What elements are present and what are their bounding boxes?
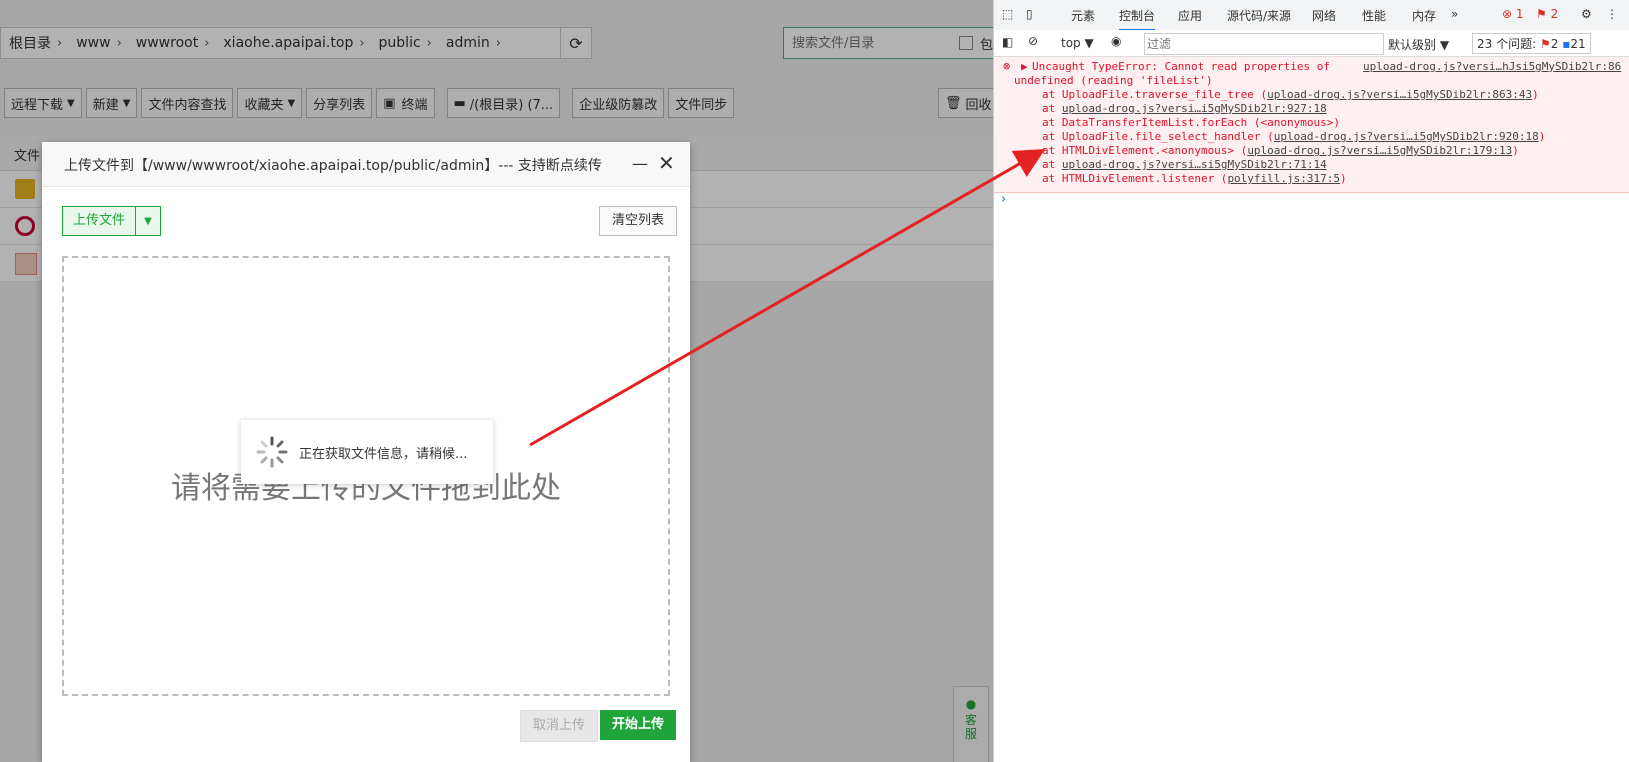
stack-frame: at UploadFile.traverse_file_tree (upload… (1042, 88, 1539, 101)
warning-count-badge[interactable]: ⚑ 2 (1536, 7, 1558, 21)
stack-text: at HTMLDivElement.listener ( (1042, 172, 1228, 185)
error-circle-icon: ⊗ (1003, 59, 1011, 73)
issues-label: 23 个问题: (1477, 37, 1537, 51)
error-count: 1 (1515, 7, 1524, 21)
console-prompt-icon[interactable]: › (1001, 192, 1006, 207)
tab-network[interactable]: 网络 (1312, 7, 1336, 24)
log-level-select[interactable]: 默认级别 ▼ (1388, 36, 1449, 53)
warning-count: 2 (1550, 7, 1559, 21)
stack-link[interactable]: upload-drog.js?versi…i5gMySDib2lr:863:43 (1267, 88, 1532, 101)
tab-sources[interactable]: 源代码/来源 (1227, 7, 1291, 24)
stack-frame: at HTMLDivElement.listener (polyfill.js:… (1042, 172, 1347, 185)
stack-link[interactable]: upload-drog.js?versi…i5gMySDib2lr:920:18 (1274, 130, 1539, 143)
stack-text: at DataTransferItemList.forEach (<anonym… (1042, 116, 1341, 129)
caret-down-icon[interactable]: ▼ (136, 216, 160, 227)
tab-memory[interactable]: 内存 (1412, 7, 1436, 24)
error-count-badge[interactable]: ⊗ 1 (1502, 7, 1524, 21)
devtools-tabbar: ⬚ ▯ 元素 控制台 应用 源代码/来源 网络 性能 内存 » ⊗ 1 ⚑ 2 … (994, 0, 1629, 31)
issues-error-count: 2 (1550, 37, 1559, 51)
stack-frame: at upload-drog.js?versi…si5gMySDib2lr:71… (1042, 158, 1327, 171)
spinner-icon (256, 436, 288, 468)
stack-text: at (1042, 102, 1062, 115)
loading-text: 正在获取文件信息，请稍候... (299, 446, 468, 462)
console-toolbar: ◧ ⊘ top ▼ ◉ 默认级别 ▼ 23 个问题: ⚑2 ▪21 (994, 30, 1629, 57)
eye-icon[interactable]: ◉ (1111, 34, 1121, 48)
log-level-value: 默认级别 (1388, 38, 1437, 52)
stack-link[interactable]: upload-drog.js?versi…si5gMySDib2lr:71:14 (1062, 158, 1327, 171)
start-upload-button[interactable]: 开始上传 (600, 710, 677, 740)
stack-text: at UploadFile.file_select_handler ( (1042, 130, 1274, 143)
dialog-title: 上传文件到【/www/wwwroot/xiaohe.apaipai.top/pu… (64, 158, 602, 174)
tab-elements[interactable]: 元素 (1071, 7, 1095, 24)
stack-text: at UploadFile.traverse_file_tree ( (1042, 88, 1268, 101)
file-manager-panel: 根目录 › www › wwwroot › xiaohe.apaipai.top › p… (0, 0, 993, 762)
stack-frame: at UploadFile.file_select_handler (uploa… (1042, 130, 1545, 143)
dialog-titlebar: 上传文件到【/www/wwwroot/xiaohe.apaipai.top/pu… (42, 142, 690, 187)
gear-icon[interactable]: ⚙ (1581, 7, 1592, 21)
clear-list-button[interactable]: 清空列表 (599, 206, 678, 236)
device-toggle-icon[interactable]: ▯ (1026, 7, 1033, 21)
console-filter-input[interactable] (1144, 33, 1384, 55)
stack-text: at (1042, 158, 1062, 171)
cancel-upload-button[interactable]: 取消上传 (520, 710, 599, 742)
error-source-link[interactable]: upload-drog.js?versi…hJsi5gMySDib2lr:86 (1363, 60, 1621, 73)
issues-button[interactable]: 23 个问题: ⚑2 ▪21 (1472, 33, 1591, 54)
loading-toast: 正在获取文件信息，请稍候... (241, 420, 493, 484)
upload-file-label: 上传文件 (63, 207, 137, 235)
sidebar-toggle-icon[interactable]: ◧ (1002, 35, 1013, 49)
expand-triangle-icon[interactable]: ▶ (1021, 60, 1028, 73)
tab-console[interactable]: 控制台 (1119, 7, 1156, 31)
stack-link[interactable]: upload-drog.js?versi…i5gMySDib2lr:927:18 (1062, 102, 1327, 115)
issues-error-icon: ⚑ (1539, 37, 1551, 51)
context-select[interactable]: top ▼ (1061, 36, 1094, 50)
console-error-entry: ⊗ ▶ Uncaught TypeError: Cannot read prop… (994, 57, 1629, 193)
error-message-line: Uncaught TypeError: Cannot read properti… (1032, 60, 1331, 73)
stack-tail: ) (1512, 144, 1519, 157)
tab-performance[interactable]: 性能 (1362, 7, 1386, 24)
more-tabs-icon[interactable]: » (1451, 7, 1458, 21)
stack-text: at HTMLDivElement.<anonymous> ( (1042, 144, 1248, 157)
issues-info-count: 21 (1570, 37, 1586, 51)
minimize-icon[interactable]: — (632, 154, 648, 173)
tab-application[interactable]: 应用 (1178, 7, 1202, 24)
stack-tail: ) (1532, 88, 1539, 101)
devtools-panel: ⬚ ▯ 元素 控制台 应用 源代码/来源 网络 性能 内存 » ⊗ 1 ⚑ 2 … (993, 0, 1629, 762)
error-message-line: undefined (reading 'fileList') (1014, 74, 1213, 87)
inspect-icon[interactable]: ⬚ (1002, 7, 1013, 21)
stack-link[interactable]: upload-drog.js?versi…i5gMySDib2lr:179:13 (1247, 144, 1512, 157)
stack-frame: at HTMLDivElement.<anonymous> (upload-dr… (1042, 144, 1519, 157)
clear-console-icon[interactable]: ⊘ (1028, 34, 1038, 48)
stack-tail: ) (1340, 172, 1347, 185)
stack-tail: ) (1538, 130, 1546, 143)
context-value: top (1061, 36, 1081, 50)
stack-link[interactable]: polyfill.js:317:5 (1227, 172, 1340, 185)
stack-frame: at upload-drog.js?versi…i5gMySDib2lr:927… (1042, 102, 1327, 115)
upload-file-button[interactable]: 上传文件 ▼ (62, 206, 162, 236)
kebab-menu-icon[interactable]: ⋮ (1606, 7, 1618, 21)
stack-frame: at DataTransferItemList.forEach (<anonym… (1042, 116, 1340, 129)
close-icon[interactable]: ✕ (658, 151, 675, 175)
